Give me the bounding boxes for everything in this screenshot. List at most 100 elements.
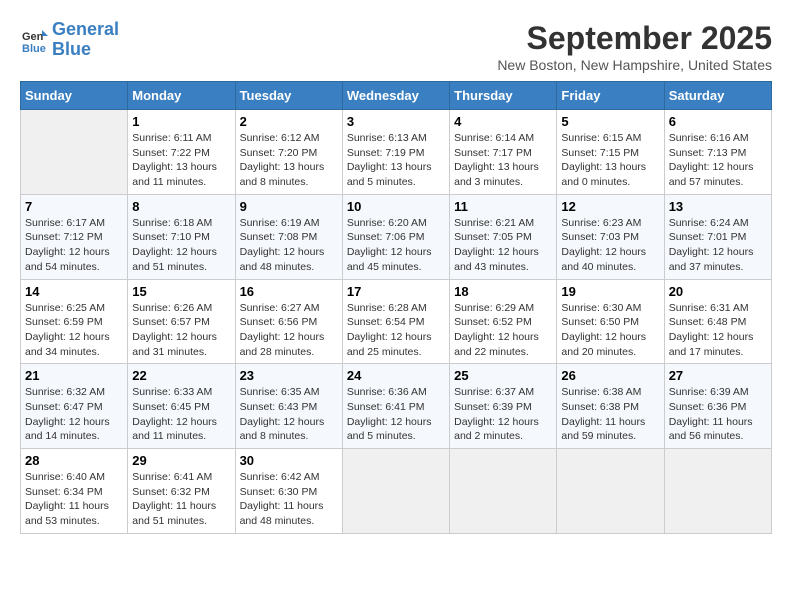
- day-number: 24: [347, 368, 445, 383]
- cell-sun-info: Sunrise: 6:33 AM Sunset: 6:45 PM Dayligh…: [132, 385, 230, 444]
- calendar-header-row: SundayMondayTuesdayWednesdayThursdayFrid…: [21, 82, 772, 110]
- cell-sun-info: Sunrise: 6:19 AM Sunset: 7:08 PM Dayligh…: [240, 216, 338, 275]
- calendar-week-5: 28 Sunrise: 6:40 AM Sunset: 6:34 PM Dayli…: [21, 449, 772, 534]
- calendar-cell: 23 Sunrise: 6:35 AM Sunset: 6:43 PM Dayli…: [235, 364, 342, 449]
- calendar-week-2: 7Sunrise: 6:17 AM Sunset: 7:12 PM Daylig…: [21, 194, 772, 279]
- cell-sun-info: Sunrise: 6:18 AM Sunset: 7:10 PM Dayligh…: [132, 216, 230, 275]
- calendar-cell: 14 Sunrise: 6:25 AM Sunset: 6:59 PM Dayli…: [21, 279, 128, 364]
- cell-sun-info: Sunrise: 6:11 AM Sunset: 7:22 PM Dayligh…: [132, 131, 230, 190]
- day-number: 26: [561, 368, 659, 383]
- calendar-week-4: 21 Sunrise: 6:32 AM Sunset: 6:47 PM Dayli…: [21, 364, 772, 449]
- day-header-sunday: Sunday: [21, 82, 128, 110]
- cell-sun-info: Sunrise: 6:28 AM Sunset: 6:54 PM Dayligh…: [347, 301, 445, 360]
- cell-sun-info: Sunrise: 6:40 AM Sunset: 6:34 PM Dayligh…: [25, 470, 123, 529]
- day-header-friday: Friday: [557, 82, 664, 110]
- logo: Gen Blue GeneralBlue: [20, 20, 119, 60]
- cell-sun-info: Sunrise: 6:16 AM Sunset: 7:13 PM Dayligh…: [669, 131, 767, 190]
- day-header-monday: Monday: [128, 82, 235, 110]
- calendar-cell: 25 Sunrise: 6:37 AM Sunset: 6:39 PM Dayli…: [450, 364, 557, 449]
- calendar-cell: 11 Sunrise: 6:21 AM Sunset: 7:05 PM Dayli…: [450, 194, 557, 279]
- calendar-cell: 26 Sunrise: 6:38 AM Sunset: 6:38 PM Dayli…: [557, 364, 664, 449]
- cell-sun-info: Sunrise: 6:17 AM Sunset: 7:12 PM Dayligh…: [25, 216, 123, 275]
- cell-sun-info: Sunrise: 6:42 AM Sunset: 6:30 PM Dayligh…: [240, 470, 338, 529]
- cell-sun-info: Sunrise: 6:38 AM Sunset: 6:38 PM Dayligh…: [561, 385, 659, 444]
- cell-sun-info: Sunrise: 6:26 AM Sunset: 6:57 PM Dayligh…: [132, 301, 230, 360]
- day-number: 12: [561, 199, 659, 214]
- calendar-cell: [664, 449, 771, 534]
- calendar-body: 1 Sunrise: 6:11 AM Sunset: 7:22 PM Daylig…: [21, 110, 772, 534]
- cell-sun-info: Sunrise: 6:15 AM Sunset: 7:15 PM Dayligh…: [561, 131, 659, 190]
- calendar-cell: 22Sunrise: 6:33 AM Sunset: 6:45 PM Dayli…: [128, 364, 235, 449]
- calendar-cell: 17 Sunrise: 6:28 AM Sunset: 6:54 PM Dayli…: [342, 279, 449, 364]
- cell-sun-info: Sunrise: 6:24 AM Sunset: 7:01 PM Dayligh…: [669, 216, 767, 275]
- calendar-cell: 20 Sunrise: 6:31 AM Sunset: 6:48 PM Dayli…: [664, 279, 771, 364]
- cell-sun-info: Sunrise: 6:20 AM Sunset: 7:06 PM Dayligh…: [347, 216, 445, 275]
- day-number: 10: [347, 199, 445, 214]
- calendar-cell: [342, 449, 449, 534]
- day-number: 11: [454, 199, 552, 214]
- day-number: 23: [240, 368, 338, 383]
- calendar-cell: 18 Sunrise: 6:29 AM Sunset: 6:52 PM Dayli…: [450, 279, 557, 364]
- cell-sun-info: Sunrise: 6:13 AM Sunset: 7:19 PM Dayligh…: [347, 131, 445, 190]
- calendar-cell: 27Sunrise: 6:39 AM Sunset: 6:36 PM Dayli…: [664, 364, 771, 449]
- day-number: 19: [561, 284, 659, 299]
- cell-sun-info: Sunrise: 6:37 AM Sunset: 6:39 PM Dayligh…: [454, 385, 552, 444]
- calendar-cell: 2Sunrise: 6:12 AM Sunset: 7:20 PM Daylig…: [235, 110, 342, 195]
- location-subtitle: New Boston, New Hampshire, United States: [497, 57, 772, 73]
- day-header-wednesday: Wednesday: [342, 82, 449, 110]
- cell-sun-info: Sunrise: 6:25 AM Sunset: 6:59 PM Dayligh…: [25, 301, 123, 360]
- day-number: 21: [25, 368, 123, 383]
- day-number: 1: [132, 114, 230, 129]
- calendar-cell: 5 Sunrise: 6:15 AM Sunset: 7:15 PM Daylig…: [557, 110, 664, 195]
- calendar-table: SundayMondayTuesdayWednesdayThursdayFrid…: [20, 81, 772, 534]
- cell-sun-info: Sunrise: 6:32 AM Sunset: 6:47 PM Dayligh…: [25, 385, 123, 444]
- calendar-cell: 21 Sunrise: 6:32 AM Sunset: 6:47 PM Dayli…: [21, 364, 128, 449]
- svg-text:Gen: Gen: [22, 31, 44, 43]
- calendar-cell: 24Sunrise: 6:36 AM Sunset: 6:41 PM Dayli…: [342, 364, 449, 449]
- cell-sun-info: Sunrise: 6:30 AM Sunset: 6:50 PM Dayligh…: [561, 301, 659, 360]
- cell-sun-info: Sunrise: 6:35 AM Sunset: 6:43 PM Dayligh…: [240, 385, 338, 444]
- calendar-cell: 7Sunrise: 6:17 AM Sunset: 7:12 PM Daylig…: [21, 194, 128, 279]
- day-header-saturday: Saturday: [664, 82, 771, 110]
- day-number: 20: [669, 284, 767, 299]
- day-number: 13: [669, 199, 767, 214]
- calendar-cell: 4Sunrise: 6:14 AM Sunset: 7:17 PM Daylig…: [450, 110, 557, 195]
- calendar-cell: 28 Sunrise: 6:40 AM Sunset: 6:34 PM Dayli…: [21, 449, 128, 534]
- day-number: 30: [240, 453, 338, 468]
- page-header: Gen Blue GeneralBlue September 2025 New …: [20, 20, 772, 73]
- calendar-cell: 13 Sunrise: 6:24 AM Sunset: 7:01 PM Dayli…: [664, 194, 771, 279]
- calendar-cell: 19 Sunrise: 6:30 AM Sunset: 6:50 PM Dayli…: [557, 279, 664, 364]
- calendar-cell: 12 Sunrise: 6:23 AM Sunset: 7:03 PM Dayli…: [557, 194, 664, 279]
- calendar-cell: [21, 110, 128, 195]
- calendar-cell: [450, 449, 557, 534]
- cell-sun-info: Sunrise: 6:39 AM Sunset: 6:36 PM Dayligh…: [669, 385, 767, 444]
- day-number: 3: [347, 114, 445, 129]
- logo-icon: Gen Blue: [20, 26, 48, 54]
- month-title: September 2025: [497, 20, 772, 57]
- calendar-week-3: 14 Sunrise: 6:25 AM Sunset: 6:59 PM Dayli…: [21, 279, 772, 364]
- calendar-cell: 9 Sunrise: 6:19 AM Sunset: 7:08 PM Daylig…: [235, 194, 342, 279]
- cell-sun-info: Sunrise: 6:29 AM Sunset: 6:52 PM Dayligh…: [454, 301, 552, 360]
- day-number: 5: [561, 114, 659, 129]
- calendar-cell: 8Sunrise: 6:18 AM Sunset: 7:10 PM Daylig…: [128, 194, 235, 279]
- day-header-tuesday: Tuesday: [235, 82, 342, 110]
- logo-text: GeneralBlue: [52, 20, 119, 60]
- cell-sun-info: Sunrise: 6:21 AM Sunset: 7:05 PM Dayligh…: [454, 216, 552, 275]
- day-number: 16: [240, 284, 338, 299]
- calendar-cell: 29Sunrise: 6:41 AM Sunset: 6:32 PM Dayli…: [128, 449, 235, 534]
- cell-sun-info: Sunrise: 6:23 AM Sunset: 7:03 PM Dayligh…: [561, 216, 659, 275]
- cell-sun-info: Sunrise: 6:31 AM Sunset: 6:48 PM Dayligh…: [669, 301, 767, 360]
- day-number: 6: [669, 114, 767, 129]
- day-number: 4: [454, 114, 552, 129]
- calendar-cell: 3 Sunrise: 6:13 AM Sunset: 7:19 PM Daylig…: [342, 110, 449, 195]
- day-number: 14: [25, 284, 123, 299]
- day-number: 25: [454, 368, 552, 383]
- day-number: 28: [25, 453, 123, 468]
- day-number: 17: [347, 284, 445, 299]
- day-number: 9: [240, 199, 338, 214]
- day-number: 2: [240, 114, 338, 129]
- day-number: 18: [454, 284, 552, 299]
- cell-sun-info: Sunrise: 6:41 AM Sunset: 6:32 PM Dayligh…: [132, 470, 230, 529]
- calendar-week-1: 1 Sunrise: 6:11 AM Sunset: 7:22 PM Daylig…: [21, 110, 772, 195]
- calendar-cell: 1 Sunrise: 6:11 AM Sunset: 7:22 PM Daylig…: [128, 110, 235, 195]
